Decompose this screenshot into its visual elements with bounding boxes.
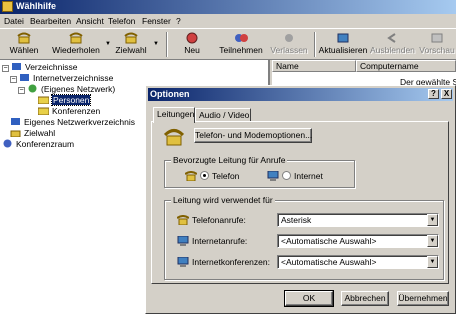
tree-node-internetverzeichnisse[interactable]: − Internetverzeichnisse (10, 73, 113, 84)
column-header-name[interactable]: Name (272, 60, 356, 72)
phone-dial-icon (17, 32, 31, 44)
toolbar-separator (314, 32, 316, 57)
row-label-telefonanrufe: Telefonanrufe: (177, 215, 246, 225)
hide-arrow-icon (387, 33, 396, 43)
tree-node-personen[interactable]: Personen (38, 94, 92, 106)
main-title-bar: Wählhilfe (0, 0, 456, 14)
ausblenden-button[interactable]: Ausblenden (370, 31, 415, 59)
vorschau-button[interactable]: Vorschau (418, 31, 456, 59)
phone-icon (185, 171, 197, 181)
line-usage-group: Leitung wird verwendet für Telefonanrufe… (164, 195, 444, 280)
radio-dot-selected[interactable] (200, 171, 209, 180)
window-title: Wählhilfe (16, 1, 56, 11)
network-icon (28, 84, 37, 93)
leave-icon (285, 34, 293, 42)
column-header-computername[interactable]: Computername (356, 60, 456, 72)
app-icon (2, 1, 13, 12)
folder-icon (38, 107, 49, 115)
cancel-button[interactable]: Abbrechen (341, 291, 389, 306)
book-icon (20, 74, 29, 81)
tab-audio-video[interactable]: Audio / Video (195, 108, 251, 122)
close-button[interactable]: X (441, 89, 452, 99)
chevron-down-icon[interactable]: ▼ (427, 256, 438, 268)
tree-node-konferenzen[interactable]: Konferenzen (38, 106, 100, 117)
preferred-line-group-label: Bevorzugte Leitung für Anrufe (171, 155, 288, 165)
tree-node-eigenes-netzwerk[interactable]: − (Eigenes Netzwerk) (18, 84, 115, 95)
chevron-down-icon[interactable]: ▼ (427, 235, 438, 247)
tree-node-eigenes-netzwerkverzeichnis[interactable]: Eigenes Netzwerkverzeichnis (10, 117, 135, 128)
new-conference-icon (186, 32, 198, 44)
teilnehmen-button[interactable]: Teilnehmen (218, 31, 264, 59)
menu-bearbeiten[interactable]: Bearbeiten (30, 16, 71, 26)
speed-dial-icon (10, 130, 21, 137)
zielwahl-dropdown[interactable]: ▼ (152, 31, 160, 59)
toolbar-separator (166, 32, 168, 57)
options-dialog: Optionen ? X Leitungen Audio / Video Tel… (145, 85, 456, 314)
internetanrufe-select[interactable]: <Automatische Auswahl> ▼ (277, 234, 439, 248)
row-label-internetanrufe: Internetanrufe: (177, 236, 247, 246)
collapse-toggle[interactable]: − (2, 65, 9, 72)
book-icon (12, 63, 21, 70)
tree-node-zielwahl[interactable]: Zielwahl (10, 128, 55, 139)
zielwahl-button[interactable]: Zielwahl (114, 31, 148, 59)
collapse-toggle[interactable]: − (18, 87, 25, 94)
menu-fenster[interactable]: Fenster (142, 16, 171, 26)
radio-internet[interactable]: Internet (267, 171, 323, 181)
chevron-down-icon[interactable]: ▼ (427, 214, 438, 226)
folder-icon (38, 96, 49, 104)
help-button[interactable]: ? (428, 89, 439, 99)
menu-bar: Datei Bearbeiten Ansicht Telefon Fenster… (0, 14, 456, 28)
redial-icon (69, 32, 83, 44)
telefonanrufe-select[interactable]: Asterisk ▼ (277, 213, 439, 227)
collapse-toggle[interactable]: − (10, 76, 17, 83)
apply-button[interactable]: Übernehmen (397, 291, 449, 306)
tab-panel-leitungen: Telefon- und Modemoptionen... Bevorzugte… (151, 121, 449, 284)
tree-node-verzeichnisse[interactable]: − Verzeichnisse (2, 62, 77, 73)
join-icon (235, 34, 248, 42)
modem-options-button[interactable]: Telefon- und Modemoptionen... (194, 128, 312, 143)
conference-room-icon (3, 139, 12, 148)
menu-help[interactable]: ? (176, 16, 181, 26)
phone-icon (164, 129, 184, 146)
waehlen-button[interactable]: Wählen (6, 31, 42, 59)
ok-button[interactable]: OK (284, 290, 334, 307)
refresh-icon (337, 33, 349, 43)
dialog-title: Optionen (150, 89, 190, 99)
menu-telefon[interactable]: Telefon (108, 16, 135, 26)
tree-node-konferenzraum[interactable]: Konferenzraum (2, 139, 74, 150)
row-label-internetkonferenzen: Internetkonferenzen: (177, 257, 270, 267)
menu-datei[interactable]: Datei (4, 16, 24, 26)
wiederholen-dropdown[interactable]: ▼ (104, 31, 112, 59)
verlassen-button[interactable]: Verlassen (268, 31, 310, 59)
phone-icon (177, 215, 189, 225)
neu-button[interactable]: Neu (178, 31, 206, 59)
dialog-title-bar: Optionen ? X (148, 88, 453, 101)
menu-ansicht[interactable]: Ansicht (76, 16, 104, 26)
aktualisieren-button[interactable]: Aktualisieren (318, 31, 368, 59)
conference-icon (177, 257, 189, 267)
speed-dial-icon (124, 32, 138, 44)
radio-telefon[interactable]: Telefon (185, 171, 239, 181)
tab-leitungen[interactable]: Leitungen (153, 107, 195, 123)
line-usage-group-label: Leitung wird verwendet für (171, 195, 275, 205)
computer-icon (267, 171, 279, 181)
computer-icon (177, 236, 189, 246)
toolbar: Wählen Wiederholen ▼ Zielwahl ▼ Neu Teil… (0, 28, 456, 60)
preview-icon (431, 33, 443, 43)
wiederholen-button[interactable]: Wiederholen (50, 31, 102, 59)
book-icon (11, 118, 20, 125)
preferred-line-group: Bevorzugte Leitung für Anrufe Telefon In… (164, 155, 355, 188)
internetkonferenzen-select[interactable]: <Automatische Auswahl> ▼ (277, 255, 439, 269)
radio-dot[interactable] (282, 171, 291, 180)
